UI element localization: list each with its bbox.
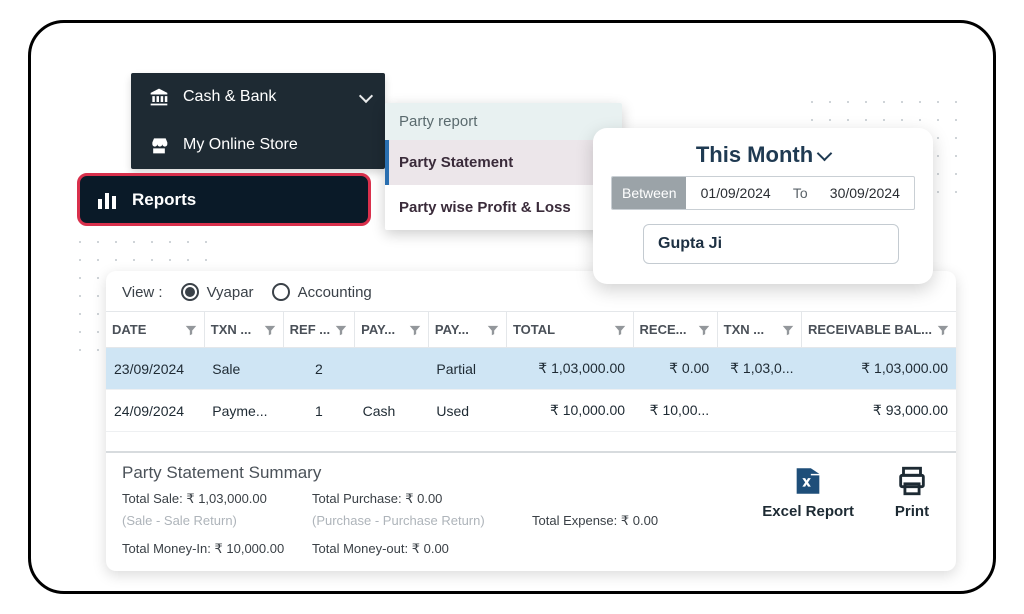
col-ref[interactable]: REF ... (283, 312, 354, 348)
sidebar: Cash & Bank My Online Store (131, 73, 385, 169)
view-option-accounting[interactable]: Accounting (272, 283, 372, 301)
cell-pay-type (355, 348, 429, 390)
radio-icon (181, 283, 199, 301)
cell-txn-type: Payme... (204, 390, 283, 432)
store-icon (149, 135, 169, 155)
cell-txn-balance: ₹ 1,03,0... (717, 348, 801, 390)
cell-txn-type: Sale (204, 348, 283, 390)
summary-section: Party Statement Summary Total Sale: ₹ 1,… (106, 451, 956, 571)
party-name-input[interactable]: Gupta Ji (643, 224, 899, 264)
cell-receivable-balance: ₹ 93,000.00 (802, 390, 957, 432)
actions-bar: Excel Report Print (762, 463, 940, 520)
filter-icon[interactable] (184, 323, 198, 337)
date-to-input[interactable]: 30/09/2024 (816, 177, 914, 209)
total-sale: Total Sale: ₹ 1,03,000.00 (122, 491, 312, 507)
sidebar-item-label: Cash & Bank (183, 88, 276, 106)
print-button[interactable]: Print (894, 463, 930, 520)
submenu-item-party-statement[interactable]: Party Statement (385, 140, 622, 185)
table-header-row: DATE TXN ... REF ... PAY... PAY... TOTAL… (106, 312, 956, 348)
filter-icon[interactable] (334, 323, 348, 337)
cell-pay-status: Used (428, 390, 506, 432)
cell-receivable-balance: ₹ 1,03,000.00 (802, 348, 957, 390)
sidebar-item-label: My Online Store (183, 136, 298, 154)
cell-total: ₹ 10,000.00 (506, 390, 633, 432)
between-label: Between (612, 177, 686, 209)
cell-date: 23/09/2024 (106, 348, 204, 390)
col-txn-balance[interactable]: TXN ... (717, 312, 801, 348)
filter-icon[interactable] (697, 323, 711, 337)
table-row[interactable]: 24/09/2024Payme...1CashUsed₹ 10,000.00₹ … (106, 390, 956, 432)
printer-icon (894, 463, 930, 499)
excel-report-button[interactable]: Excel Report (762, 463, 854, 520)
purchase-return-note: (Purchase - Purchase Return) (312, 513, 532, 529)
filter-icon[interactable] (486, 323, 500, 337)
party-name-value: Gupta Ji (658, 235, 722, 253)
submenu-item-party-wise-profit-loss[interactable]: Party wise Profit & Loss (385, 185, 622, 230)
period-dropdown[interactable]: This Month (611, 142, 915, 176)
filter-icon[interactable] (408, 323, 422, 337)
filter-icon[interactable] (936, 323, 950, 337)
cell-txn-balance (717, 390, 801, 432)
radio-label: Vyapar (207, 284, 254, 301)
filter-icon[interactable] (263, 323, 277, 337)
sale-return-note: (Sale - Sale Return) (122, 513, 312, 529)
filter-icon[interactable] (781, 323, 795, 337)
bar-chart-icon (98, 191, 116, 209)
filter-icon[interactable] (613, 323, 627, 337)
radio-icon (272, 283, 290, 301)
cell-received: ₹ 10,00... (633, 390, 717, 432)
col-total[interactable]: TOTAL (506, 312, 633, 348)
view-option-vyapar[interactable]: Vyapar (181, 283, 254, 301)
cell-date: 24/09/2024 (106, 390, 204, 432)
col-txn-type[interactable]: TXN ... (204, 312, 283, 348)
radio-label: Accounting (298, 284, 372, 301)
sidebar-item-my-online-store[interactable]: My Online Store (131, 121, 385, 169)
action-label: Print (895, 503, 929, 520)
col-received[interactable]: RECE... (633, 312, 717, 348)
bank-icon (149, 87, 169, 107)
date-from-input[interactable]: 01/09/2024 (686, 177, 784, 209)
cell-pay-status: Partial (428, 348, 506, 390)
report-card: View : Vyapar Accounting DATE TXN ... RE (106, 271, 956, 571)
cell-received: ₹ 0.00 (633, 348, 717, 390)
money-in: Total Money-In: ₹ 10,000.00 (122, 535, 312, 557)
money-out: Total Money-out: ₹ 0.00 (312, 535, 532, 557)
col-pay-type[interactable]: PAY... (355, 312, 429, 348)
action-label: Excel Report (762, 503, 854, 520)
cell-ref: 2 (283, 348, 354, 390)
excel-icon (790, 463, 826, 499)
period-label: This Month (696, 142, 813, 168)
total-purchase: Total Purchase: ₹ 0.00 (312, 491, 532, 507)
sidebar-item-label: Reports (132, 190, 196, 210)
col-pay-status[interactable]: PAY... (428, 312, 506, 348)
total-expense: Total Expense: ₹ 0.00 (532, 513, 762, 529)
cell-total: ₹ 1,03,000.00 (506, 348, 633, 390)
summary-title: Party Statement Summary (122, 463, 762, 483)
transactions-table: DATE TXN ... REF ... PAY... PAY... TOTAL… (106, 311, 956, 432)
cell-pay-type: Cash (355, 390, 429, 432)
col-date[interactable]: DATE (106, 312, 204, 348)
sidebar-item-cash-and-bank[interactable]: Cash & Bank (131, 73, 385, 121)
submenu-title: Party report (385, 103, 622, 140)
app-window: Cash & Bank My Online Store Reports Part… (28, 20, 996, 594)
table-row[interactable]: 23/09/2024Sale2Partial₹ 1,03,000.00₹ 0.0… (106, 348, 956, 390)
to-label: To (785, 177, 816, 209)
date-range-row: Between 01/09/2024 To 30/09/2024 (611, 176, 915, 210)
view-label: View : (122, 284, 163, 301)
cell-ref: 1 (283, 390, 354, 432)
sidebar-item-reports[interactable]: Reports (77, 173, 371, 226)
date-range-card: This Month Between 01/09/2024 To 30/09/2… (593, 128, 933, 284)
col-receivable-balance[interactable]: RECEIVABLE BAL... (802, 312, 957, 348)
report-submenu: Party report Party Statement Party wise … (385, 103, 622, 230)
